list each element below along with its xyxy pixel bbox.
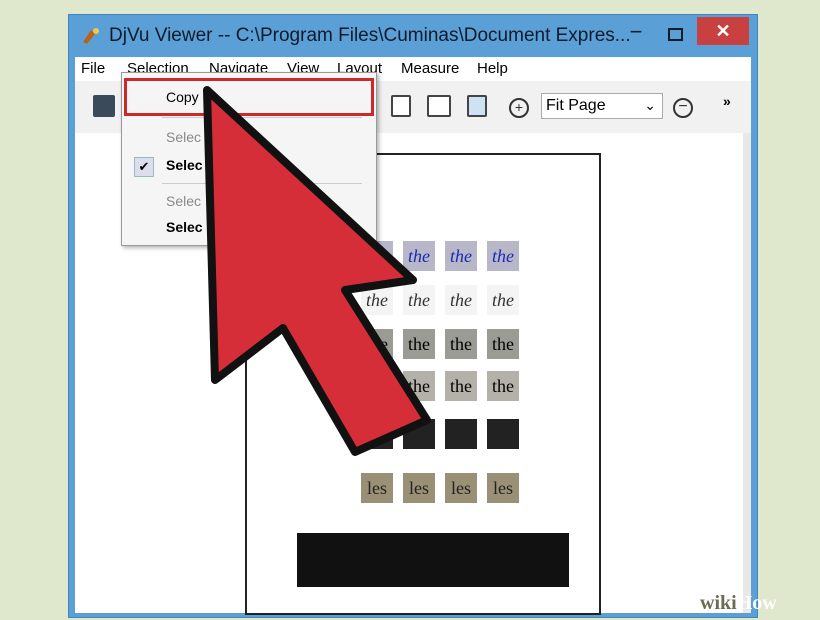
toolbar-overflow-icon[interactable]: »: [723, 93, 731, 109]
wikihow-watermark: wikiHow: [700, 592, 777, 615]
menu-measure[interactable]: Measure: [401, 60, 459, 77]
vertical-scrollbar[interactable]: [743, 133, 751, 613]
thumb: [487, 419, 519, 449]
thumb: les: [361, 473, 393, 503]
title-bar[interactable]: DjVu Viewer -- C:\Program Files\Cuminas\…: [69, 15, 757, 57]
figure-caption: [297, 533, 569, 587]
thumb: les: [403, 473, 435, 503]
minimize-button[interactable]: −: [621, 21, 651, 47]
continuous-page-icon[interactable]: [467, 95, 487, 117]
thumb: the: [445, 329, 477, 359]
menu-file[interactable]: File: [81, 60, 105, 77]
watermark-wiki: wiki: [700, 592, 737, 614]
pointer-arrow-icon: [203, 86, 431, 456]
zoom-out-icon[interactable]: −: [673, 98, 693, 118]
check-icon: ✔: [134, 157, 154, 177]
thumb: the: [445, 241, 477, 271]
thumb: the: [487, 329, 519, 359]
zoom-in-icon[interactable]: +: [509, 98, 529, 118]
chevron-down-icon: ⌄: [644, 97, 656, 113]
thumb: the: [445, 371, 477, 401]
window-title: DjVu Viewer -- C:\Program Files\Cuminas\…: [109, 25, 631, 46]
app-icon: [83, 28, 99, 44]
thumb: [445, 419, 477, 449]
watermark-how: How: [736, 592, 777, 614]
save-icon[interactable]: [93, 95, 115, 117]
thumb: the: [445, 285, 477, 315]
thumb: the: [487, 285, 519, 315]
menu-help[interactable]: Help: [477, 60, 508, 77]
thumb: les: [445, 473, 477, 503]
maximize-button[interactable]: [659, 21, 689, 47]
thumb: the: [487, 241, 519, 271]
thumb: the: [487, 371, 519, 401]
zoom-value: Fit Page: [546, 97, 606, 114]
zoom-select[interactable]: Fit Page ⌄: [541, 93, 663, 119]
thumb: les: [487, 473, 519, 503]
close-button[interactable]: ✕: [697, 17, 749, 45]
maximize-icon: [668, 28, 683, 41]
